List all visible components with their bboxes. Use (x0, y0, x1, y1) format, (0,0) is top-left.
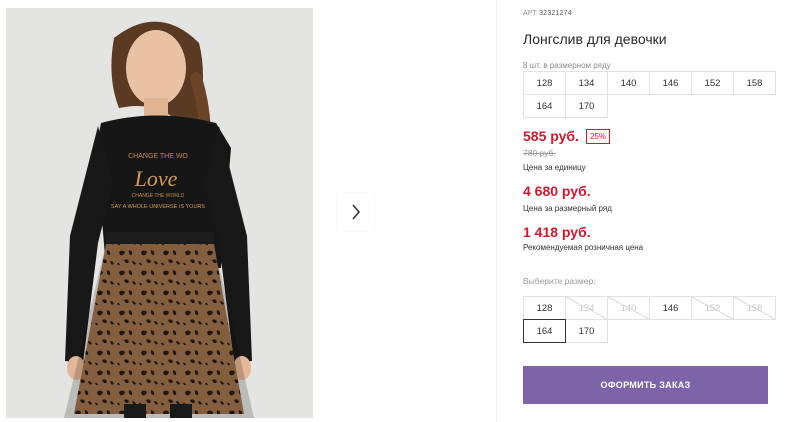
product-photo: CHANGE THE WO Love CHANGE THE WORLD SAY … (6, 8, 313, 418)
size-option-158-unavailable: 158 (733, 296, 776, 320)
size-option-134-unavailable: 134 (565, 296, 608, 320)
print-text-top: CHANGE THE WO (128, 153, 188, 160)
print-text-bottom: SAY A WHOLE UNIVERSE IS YOURS (111, 204, 205, 210)
pack-size-cell: 164 (523, 94, 566, 118)
gallery-next-button[interactable] (337, 193, 374, 231)
article-label: АРТ (523, 10, 537, 17)
pack-size-cell: 152 (691, 71, 734, 95)
pack-size-cell: 140 (607, 71, 650, 95)
unit-price: 585 руб. (523, 128, 579, 144)
unit-price-row: 585 руб. 25% (523, 128, 610, 144)
size-option-128[interactable]: 128 (523, 296, 566, 320)
pack-size-grid: 128 134 140 146 152 158 164 170 (523, 71, 776, 118)
pack-price-note: Цена за размерный ряд (523, 204, 612, 213)
pack-size-label: 8 шт. в размерном ряду (523, 61, 611, 70)
pack-size-cell: 134 (565, 71, 608, 95)
pack-size-cell: 146 (649, 71, 692, 95)
pack-size-cell: 170 (565, 94, 608, 118)
size-option-164-selected[interactable]: 164 (523, 319, 566, 343)
old-price: 780 руб. (523, 148, 556, 158)
rrp-price-note: Рекомендуемая розничная цена (523, 243, 644, 252)
pack-price: 4 680 руб. (523, 183, 591, 199)
article-value: 32321274 (539, 10, 572, 17)
print-text-middle: CHANGE THE WORLD (132, 193, 185, 199)
size-option-170[interactable]: 170 (565, 319, 608, 343)
product-title: Лонгслив для девочки (523, 31, 667, 47)
size-selector: 128 134 140 146 152 158 164 170 (523, 296, 776, 343)
chevron-right-icon (351, 204, 360, 220)
product-info-panel: АРТ 32321274 Лонгслив для девочки 8 шт. … (523, 0, 795, 422)
rrp-price: 1 418 руб. (523, 224, 591, 240)
place-order-button[interactable]: ОФОРМИТЬ ЗАКАЗ (523, 366, 768, 404)
size-option-146[interactable]: 146 (649, 296, 692, 320)
size-option-140-unavailable: 140 (607, 296, 650, 320)
product-photo-illustration: CHANGE THE WO Love CHANGE THE WORLD SAY … (6, 8, 313, 418)
pack-size-cell: 128 (523, 71, 566, 95)
article-number: АРТ 32321274 (523, 10, 572, 17)
size-option-152-unavailable: 152 (691, 296, 734, 320)
print-text-love: Love (134, 166, 178, 191)
discount-badge: 25% (585, 128, 610, 144)
unit-price-note: Цена за единицу (523, 163, 586, 172)
choose-size-label: Выберите размер: (523, 276, 596, 286)
product-gallery: CHANGE THE WO Love CHANGE THE WORLD SAY … (0, 0, 497, 422)
pack-size-cell: 158 (733, 71, 776, 95)
